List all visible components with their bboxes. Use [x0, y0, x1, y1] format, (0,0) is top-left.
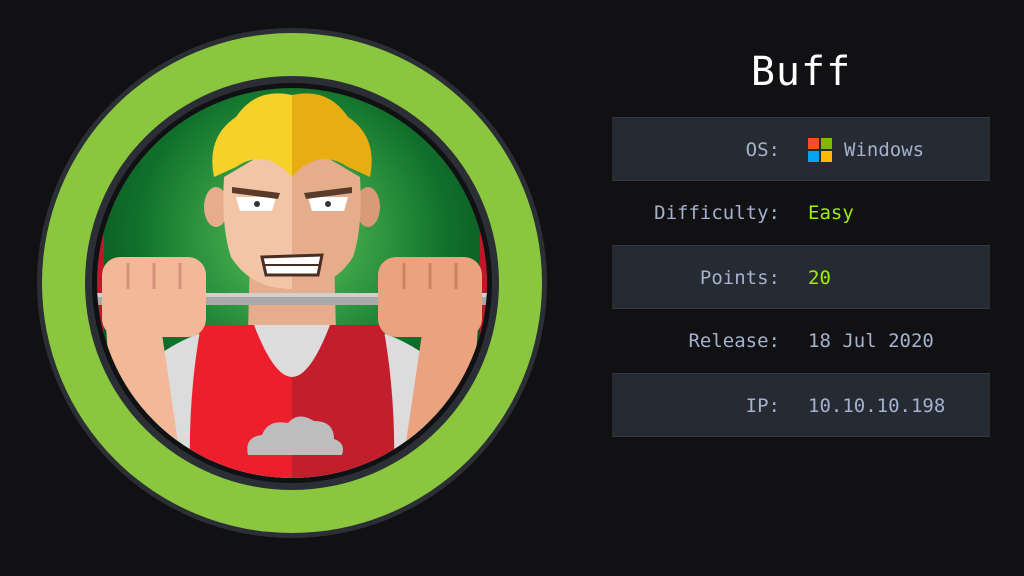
points-value: 20	[808, 267, 831, 289]
difficulty-row: Difficulty: Easy	[612, 181, 990, 245]
ip-label: IP:	[745, 395, 780, 417]
machine-info-table: OS: Windows Difficulty: Easy Points: 20	[612, 117, 990, 437]
ip-row: IP: 10.10.10.198	[612, 373, 990, 437]
weightlifter-avatar-icon	[36, 27, 548, 539]
os-label: OS:	[745, 139, 780, 161]
release-value: 18 Jul 2020	[808, 330, 934, 352]
os-value-wrapper: Windows	[808, 118, 924, 182]
os-row: OS: Windows	[612, 117, 990, 181]
release-row: Release: 18 Jul 2020	[612, 309, 990, 373]
difficulty-value: Easy	[808, 202, 854, 224]
machine-name: Buff	[750, 49, 852, 95]
release-label: Release:	[688, 330, 780, 352]
ip-value: 10.10.10.198	[808, 395, 946, 417]
difficulty-label: Difficulty:	[654, 202, 780, 224]
machine-card: Buff OS: Windows Difficulty: Easy Points…	[0, 0, 1024, 576]
os-value: Windows	[844, 139, 925, 161]
windows-icon	[808, 138, 832, 162]
points-label: Points:	[699, 267, 780, 289]
points-row: Points: 20	[612, 245, 990, 309]
